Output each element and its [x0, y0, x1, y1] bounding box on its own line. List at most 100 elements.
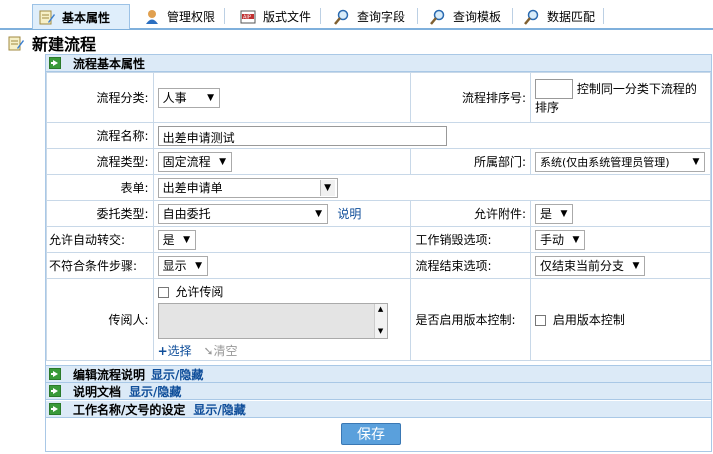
autotrans-label: 允许自动转交:: [46, 226, 154, 253]
svg-text:AIP: AIP: [243, 14, 251, 20]
attach-value: 是: [539, 207, 552, 221]
arrow-right-icon: [49, 368, 61, 380]
magnifier-icon: [524, 9, 540, 25]
tab-separator: [512, 8, 513, 24]
end-select[interactable]: 仅结束当前分支 ▼: [534, 255, 645, 276]
delegate-value: 自由委托: [162, 207, 211, 221]
select-link[interactable]: 选择: [168, 344, 192, 358]
delegate-label: 委托类型:: [46, 200, 154, 227]
toggle-link[interactable]: 显示/隐藏: [151, 366, 203, 383]
tab-manage-permissions[interactable]: 管理权限: [138, 4, 222, 29]
section-doc-header[interactable]: 说明文档 显示/隐藏: [46, 383, 711, 400]
tab-label: 基本属性: [62, 10, 111, 25]
toggle-link[interactable]: 显示/隐藏: [129, 383, 181, 400]
version-label: 是否启用版本控制:: [410, 278, 531, 361]
basic-properties-table: 流程分类: 人事 ▼ 流程排序号: 控制同一分类下流程的排序 流程名称: 出差申…: [46, 72, 712, 361]
nomatch-value: 显示: [162, 259, 187, 273]
reader-label: 传阅人:: [46, 278, 154, 361]
plus-icon: +: [157, 344, 168, 358]
tab-label: 查询模板: [453, 10, 502, 24]
tab-separator: [417, 8, 418, 24]
version-checkbox[interactable]: [534, 315, 546, 326]
magnifier-icon: [334, 9, 350, 25]
save-button[interactable]: 保存: [341, 423, 401, 445]
tab-label: 版式文件: [263, 10, 312, 24]
form-select[interactable]: 出差申请单 ▼: [157, 177, 338, 198]
section-title: 流程基本属性: [73, 56, 146, 71]
dept-value: 系统(仅由系统管理员管理): [539, 155, 670, 169]
section-edit-desc-header[interactable]: 编辑流程说明 显示/隐藏: [46, 365, 711, 383]
tab-data-matching[interactable]: 数据匹配: [518, 4, 606, 29]
destroy-select[interactable]: 手动 ▼: [534, 229, 585, 250]
section-work-name-header[interactable]: 工作名称/文号的设定 显示/隐藏: [46, 401, 711, 418]
dropdown-arrow-icon: ▼: [219, 156, 227, 167]
end-value: 仅结束当前分支: [539, 259, 624, 273]
tab-separator: [320, 8, 321, 24]
attach-label: 允许附件:: [410, 200, 531, 227]
destroy-value: 手动: [539, 233, 564, 247]
tab-layout-file[interactable]: AIP 版式文件: [234, 4, 320, 29]
name-input[interactable]: 出差申请测试: [157, 125, 447, 146]
sort-label: 流程排序号:: [410, 72, 531, 123]
type-value: 固定流程: [162, 155, 211, 169]
dropdown-arrow-icon: ▼: [319, 179, 335, 196]
tab-bar: 基本属性 管理权限 AIP 版式文件 查询字段 查询模板 数据匹配: [0, 0, 713, 30]
nomatch-label: 不符合条件步骤:: [46, 252, 154, 279]
section-title: 编辑流程说明: [73, 367, 146, 382]
tab-label: 数据匹配: [547, 10, 596, 24]
edit-icon: [39, 9, 55, 25]
type-label: 流程类型:: [46, 148, 154, 175]
autotrans-select[interactable]: 是 ▼: [157, 229, 196, 250]
reader-textarea[interactable]: ▲ ▼: [157, 303, 388, 339]
section-basic-header[interactable]: 流程基本属性: [46, 55, 711, 72]
magnifier-icon: [430, 9, 446, 25]
page-title-bar: 新建流程: [8, 32, 96, 54]
version-check-label: 启用版本控制: [552, 313, 625, 327]
nomatch-select[interactable]: 显示 ▼: [157, 255, 208, 276]
dropdown-arrow-icon: ▼: [572, 234, 580, 245]
tab-query-fields[interactable]: 查询字段: [328, 4, 416, 29]
form-label: 表单:: [46, 174, 154, 201]
tab-label: 查询字段: [357, 10, 406, 24]
toggle-link[interactable]: 显示/隐藏: [193, 401, 245, 418]
end-label: 流程结束选项:: [410, 252, 531, 279]
delegate-help-link[interactable]: 说明: [337, 207, 361, 221]
attach-select[interactable]: 是 ▼: [534, 203, 573, 224]
aip-icon: AIP: [240, 9, 256, 25]
name-label: 流程名称:: [46, 122, 154, 149]
clear-link[interactable]: 清空: [214, 344, 238, 358]
tab-separator: [603, 8, 604, 24]
dropdown-arrow-icon: ▼: [632, 260, 640, 271]
tab-label: 管理权限: [167, 10, 216, 24]
tab-separator: [224, 8, 225, 24]
type-select[interactable]: 固定流程 ▼: [157, 151, 232, 172]
dropdown-arrow-icon: ▼: [183, 234, 191, 245]
page-title: 新建流程: [32, 35, 97, 54]
arrow-right-icon: [49, 403, 61, 415]
sort-number-input[interactable]: [534, 79, 573, 100]
arrow-right-icon: [49, 385, 61, 397]
section-title: 工作名称/文号的设定: [73, 402, 186, 417]
clear-icon: ➘: [203, 344, 214, 358]
destroy-label: 工作销毁选项:: [410, 226, 531, 253]
allow-read-checkbox[interactable]: [157, 287, 169, 298]
section-title: 说明文档: [73, 384, 122, 399]
dropdown-arrow-icon: ▼: [207, 92, 215, 103]
allow-read-label: 允许传阅: [175, 285, 224, 299]
dept-label: 所属部门:: [410, 148, 531, 175]
arrow-right-icon: [49, 57, 61, 69]
user-icon: [144, 9, 160, 25]
dept-select[interactable]: 系统(仅由系统管理员管理) ▼: [534, 151, 705, 172]
dropdown-arrow-icon: ▼: [315, 208, 323, 219]
delegate-select[interactable]: 自由委托 ▼: [157, 203, 328, 224]
tab-query-templates[interactable]: 查询模板: [424, 4, 512, 29]
category-select[interactable]: 人事 ▼: [157, 87, 220, 108]
category-label: 流程分类:: [46, 72, 154, 123]
tab-basic-properties[interactable]: 基本属性: [32, 4, 130, 29]
form-value: 出差申请单: [162, 181, 223, 195]
dropdown-arrow-icon: ▼: [195, 260, 203, 271]
dropdown-arrow-icon: ▼: [692, 156, 700, 167]
edit-icon: [8, 35, 24, 51]
autotrans-value: 是: [162, 233, 175, 247]
scrollbar[interactable]: ▲ ▼: [373, 304, 387, 338]
